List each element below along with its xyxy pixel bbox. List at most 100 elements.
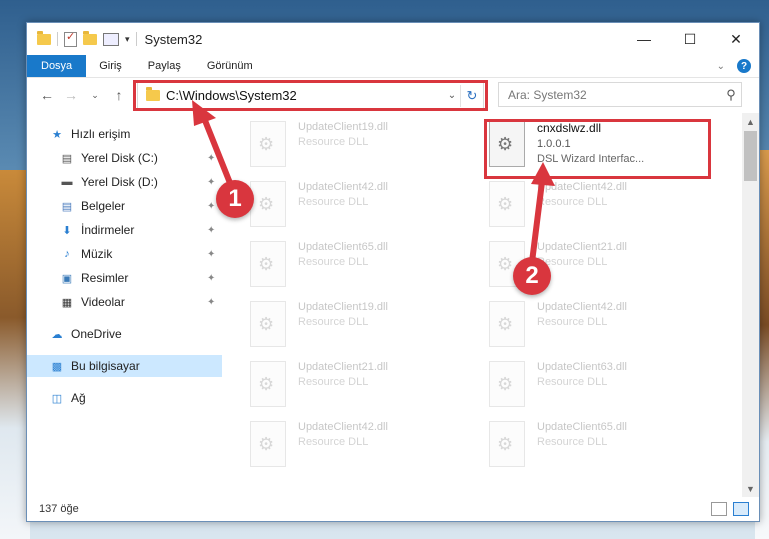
file-desc: Resource DLL: [537, 256, 608, 268]
search-box[interactable]: Ara: System32 ⚲: [498, 82, 742, 107]
file-tile[interactable]: UpdateClient19.dll Resource DLL: [250, 121, 465, 177]
vertical-scrollbar[interactable]: ▲ ▼: [742, 113, 759, 497]
file-tile[interactable]: UpdateClient21.dll Resource DLL: [250, 361, 465, 417]
tab-share[interactable]: Paylaş: [135, 55, 194, 77]
search-placeholder[interactable]: Ara: System32: [508, 88, 721, 102]
quick-access-toolbar: ▾: [27, 30, 137, 47]
nav-label: Yerel Disk (D:): [81, 175, 158, 189]
dll-file-icon: [489, 361, 525, 407]
explorer-window: ▾ System32 — ☐ ✕ Dosya Giriş Paylaş Görü…: [26, 22, 760, 522]
drive-icon: ▤: [61, 152, 73, 165]
music-icon: ♪: [64, 248, 70, 260]
dll-file-icon: [250, 421, 286, 467]
nav-label: Müzik: [81, 247, 113, 261]
file-name: UpdateClient42.dll: [298, 421, 388, 433]
file-name: UpdateClient63.dll: [537, 361, 627, 373]
cloud-icon: ☁: [51, 328, 63, 341]
close-button[interactable]: ✕: [713, 23, 759, 55]
file-name: UpdateClient19.dll: [298, 301, 388, 313]
nav-this-pc[interactable]: ▩ Bu bilgisayar: [27, 355, 222, 377]
file-desc: Resource DLL: [537, 376, 608, 388]
dll-file-icon: [489, 421, 525, 467]
file-tile[interactable]: UpdateClient65.dll Resource DLL: [489, 421, 704, 477]
pin-icon[interactable]: ✦: [207, 225, 215, 236]
tiles-view-icon[interactable]: [733, 502, 749, 516]
dll-file-icon: [250, 181, 286, 227]
forward-button[interactable]: →: [59, 87, 83, 103]
network-icon: ◫: [51, 392, 63, 405]
search-icon[interactable]: ⚲: [721, 87, 741, 103]
tab-file[interactable]: Dosya: [27, 55, 87, 77]
window-controls: — ☐ ✕: [621, 23, 759, 55]
tab-home[interactable]: Giriş: [86, 55, 135, 77]
file-tile[interactable]: UpdateClient19.dll Resource DLL: [250, 301, 465, 357]
nav-videos[interactable]: ▦ Videolar ✦: [27, 291, 222, 313]
documents-icon: ▤: [61, 200, 73, 213]
file-desc: Resource DLL: [537, 436, 608, 448]
expand-ribbon-icon[interactable]: ⌄: [717, 61, 725, 72]
nav-quick-access[interactable]: ★ Hızlı erişim: [27, 123, 222, 145]
file-desc: Resource DLL: [298, 376, 369, 388]
new-folder-icon[interactable]: [83, 30, 97, 45]
computer-icon: ▩: [51, 360, 63, 373]
file-name: UpdateClient21.dll: [537, 241, 627, 253]
file-desc: Resource DLL: [298, 316, 369, 328]
up-button[interactable]: ↑: [107, 87, 131, 103]
file-highlight: [484, 119, 711, 179]
chevron-down-icon[interactable]: ▾: [125, 34, 130, 45]
nav-label: OneDrive: [71, 327, 122, 341]
address-highlight: [133, 80, 488, 111]
pin-icon[interactable]: ✦: [207, 177, 215, 188]
file-tile[interactable]: UpdateClient42.dll Resource DLL: [489, 181, 704, 237]
nav-label: Belgeler: [81, 199, 126, 213]
nav-label: Ağ: [71, 391, 86, 405]
pin-icon[interactable]: ✦: [207, 249, 215, 260]
callout-2: 2: [513, 257, 551, 295]
callout-1: 1: [216, 180, 254, 218]
dll-file-icon: [250, 121, 286, 167]
nav-network[interactable]: ◫ Ağ: [27, 387, 222, 409]
pin-icon[interactable]: ✦: [207, 153, 215, 164]
help-icon[interactable]: ?: [737, 59, 751, 73]
file-tile[interactable]: UpdateClient42.dll Resource DLL: [489, 301, 704, 357]
details-view-icon[interactable]: [711, 502, 727, 516]
window-title: System32: [144, 31, 203, 47]
maximize-button[interactable]: ☐: [667, 23, 713, 55]
tab-view[interactable]: Görünüm: [194, 55, 266, 77]
file-tile[interactable]: UpdateClient42.dll Resource DLL: [250, 421, 465, 477]
nav-documents[interactable]: ▤ Belgeler ✦: [27, 195, 222, 217]
pin-icon[interactable]: ✦: [207, 297, 215, 308]
nav-label: Videolar: [81, 295, 125, 309]
separator: [135, 32, 137, 46]
recent-locations-icon[interactable]: ⌄: [83, 90, 107, 101]
file-desc: Resource DLL: [298, 136, 369, 148]
videos-icon: ▦: [61, 296, 73, 309]
properties-check-icon[interactable]: [64, 30, 77, 47]
nav-label: Yerel Disk (C:): [81, 151, 158, 165]
nav-drive-c[interactable]: ▤ Yerel Disk (C:) ✦: [27, 147, 222, 169]
status-bar: 137 öğe: [27, 497, 759, 521]
file-tile[interactable]: UpdateClient42.dll Resource DLL: [250, 181, 465, 237]
file-tile[interactable]: UpdateClient65.dll Resource DLL: [250, 241, 465, 297]
nav-pictures[interactable]: ▣ Resimler ✦: [27, 267, 222, 289]
file-name: UpdateClient21.dll: [298, 361, 388, 373]
navigation-pane: ★ Hızlı erişim ▤ Yerel Disk (C:) ✦ ▬ Yer…: [27, 113, 222, 497]
minimize-button[interactable]: —: [621, 23, 667, 55]
nav-onedrive[interactable]: ☁ OneDrive: [27, 323, 222, 345]
scroll-down-icon[interactable]: ▼: [742, 480, 759, 497]
pin-icon[interactable]: ✦: [207, 201, 215, 212]
scroll-thumb[interactable]: [744, 131, 757, 181]
customize-icon[interactable]: [103, 32, 119, 46]
nav-label: Hızlı erişim: [71, 127, 131, 141]
nav-drive-d[interactable]: ▬ Yerel Disk (D:) ✦: [27, 171, 222, 193]
scroll-up-icon[interactable]: ▲: [742, 113, 759, 130]
nav-music[interactable]: ♪ Müzik ✦: [27, 243, 222, 265]
file-tile[interactable]: UpdateClient63.dll Resource DLL: [489, 361, 704, 417]
file-desc: Resource DLL: [298, 196, 369, 208]
download-icon: ⬇: [62, 224, 72, 237]
nav-label: Resimler: [81, 271, 129, 285]
back-button[interactable]: ←: [35, 87, 59, 103]
nav-downloads[interactable]: ⬇ İndirmeler ✦: [27, 219, 222, 241]
folder-icon: [37, 30, 51, 45]
pin-icon[interactable]: ✦: [207, 273, 215, 284]
